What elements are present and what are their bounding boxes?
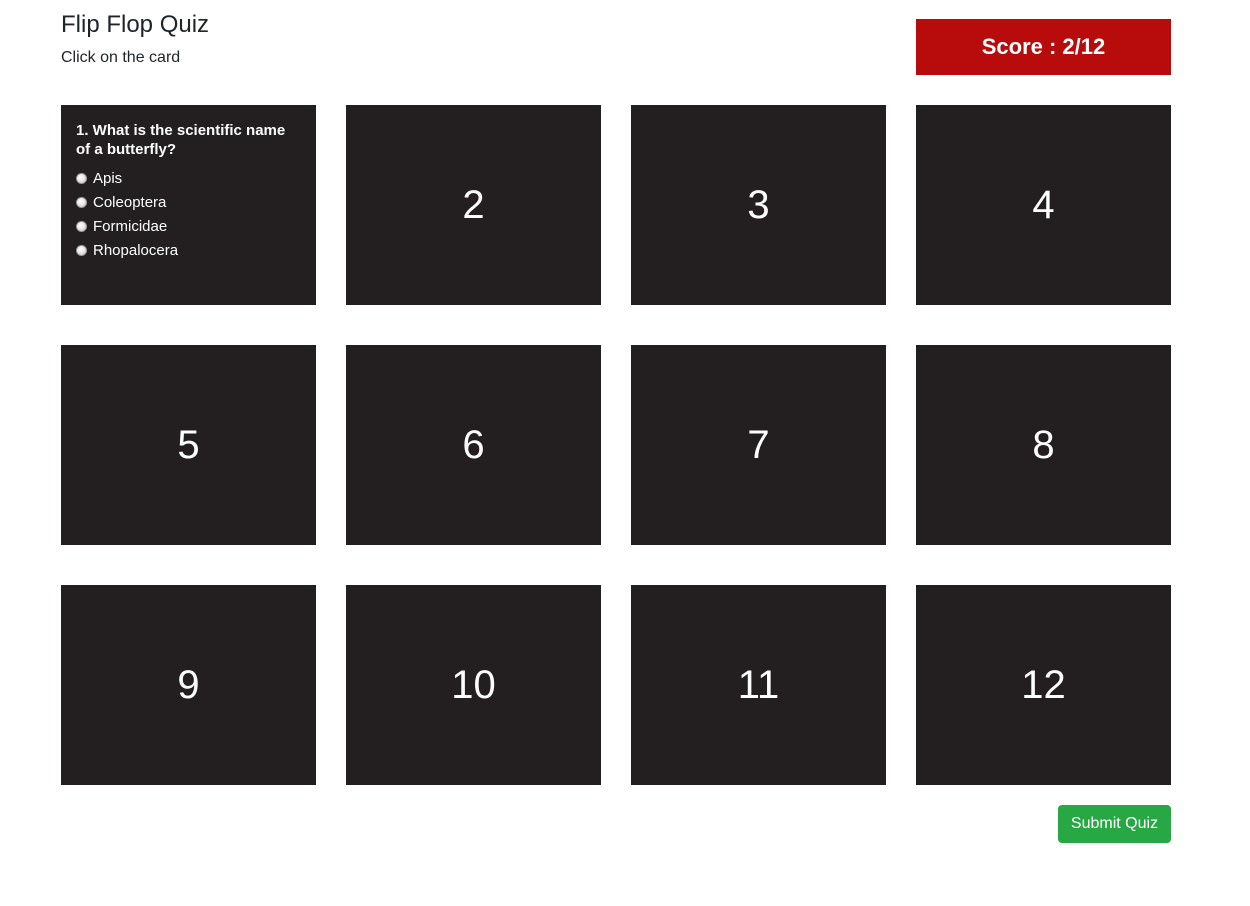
card-1-question: 1. What is the scientific name of a butt… xyxy=(61,105,316,305)
radio-button[interactable] xyxy=(76,220,87,232)
score-label: Score : 2/12 xyxy=(981,34,1106,59)
card-number: 8 xyxy=(1032,422,1055,467)
card-3[interactable]: 3 xyxy=(631,105,886,305)
radio-button[interactable] xyxy=(76,172,87,184)
radio-button[interactable] xyxy=(76,244,87,256)
card-11[interactable]: 11 xyxy=(631,585,886,785)
card-number: 12 xyxy=(1021,662,1066,707)
card-number: 3 xyxy=(747,182,770,227)
card-4[interactable]: 4 xyxy=(916,105,1171,305)
submit-quiz-button[interactable]: Submit Quiz xyxy=(1058,805,1171,843)
card-number: 7 xyxy=(747,422,770,467)
option-formicidae[interactable]: Formicidae xyxy=(76,215,301,239)
card-number: 5 xyxy=(177,422,200,467)
page-subtitle: Click on the card xyxy=(61,49,181,66)
option-rhopalocera[interactable]: Rhopalocera xyxy=(76,239,301,263)
radio-button[interactable] xyxy=(76,196,87,208)
card-8[interactable]: 8 xyxy=(916,345,1171,545)
card-number: 10 xyxy=(451,662,496,707)
card-5[interactable]: 5 xyxy=(61,345,316,545)
option-label: Coleoptera xyxy=(93,194,167,211)
card-10[interactable]: 10 xyxy=(346,585,601,785)
option-apis[interactable]: Apis xyxy=(76,167,301,191)
card-2[interactable]: 2 xyxy=(346,105,601,305)
option-label: Formicidae xyxy=(93,218,168,235)
card-12[interactable]: 12 xyxy=(916,585,1171,785)
option-label: Apis xyxy=(93,170,123,187)
page-title: Flip Flop Quiz xyxy=(61,11,210,38)
card-number: 4 xyxy=(1032,182,1055,227)
card-number: 9 xyxy=(177,662,200,707)
card-grid: 1. What is the scientific name of a butt… xyxy=(61,105,1171,785)
quiz-page: Flip Flop Quiz Click on the card Score :… xyxy=(0,0,1250,906)
score-badge: Score : 2/12 xyxy=(916,19,1171,75)
question-text: 1. What is the scientific name of a butt… xyxy=(76,122,286,158)
card-number: 11 xyxy=(737,662,780,707)
card-6[interactable]: 6 xyxy=(346,345,601,545)
card-number: 2 xyxy=(462,182,485,227)
card-9[interactable]: 9 xyxy=(61,585,316,785)
card-7[interactable]: 7 xyxy=(631,345,886,545)
option-coleoptera[interactable]: Coleoptera xyxy=(76,191,301,215)
option-label: Rhopalocera xyxy=(93,242,179,259)
card-number: 6 xyxy=(462,422,485,467)
